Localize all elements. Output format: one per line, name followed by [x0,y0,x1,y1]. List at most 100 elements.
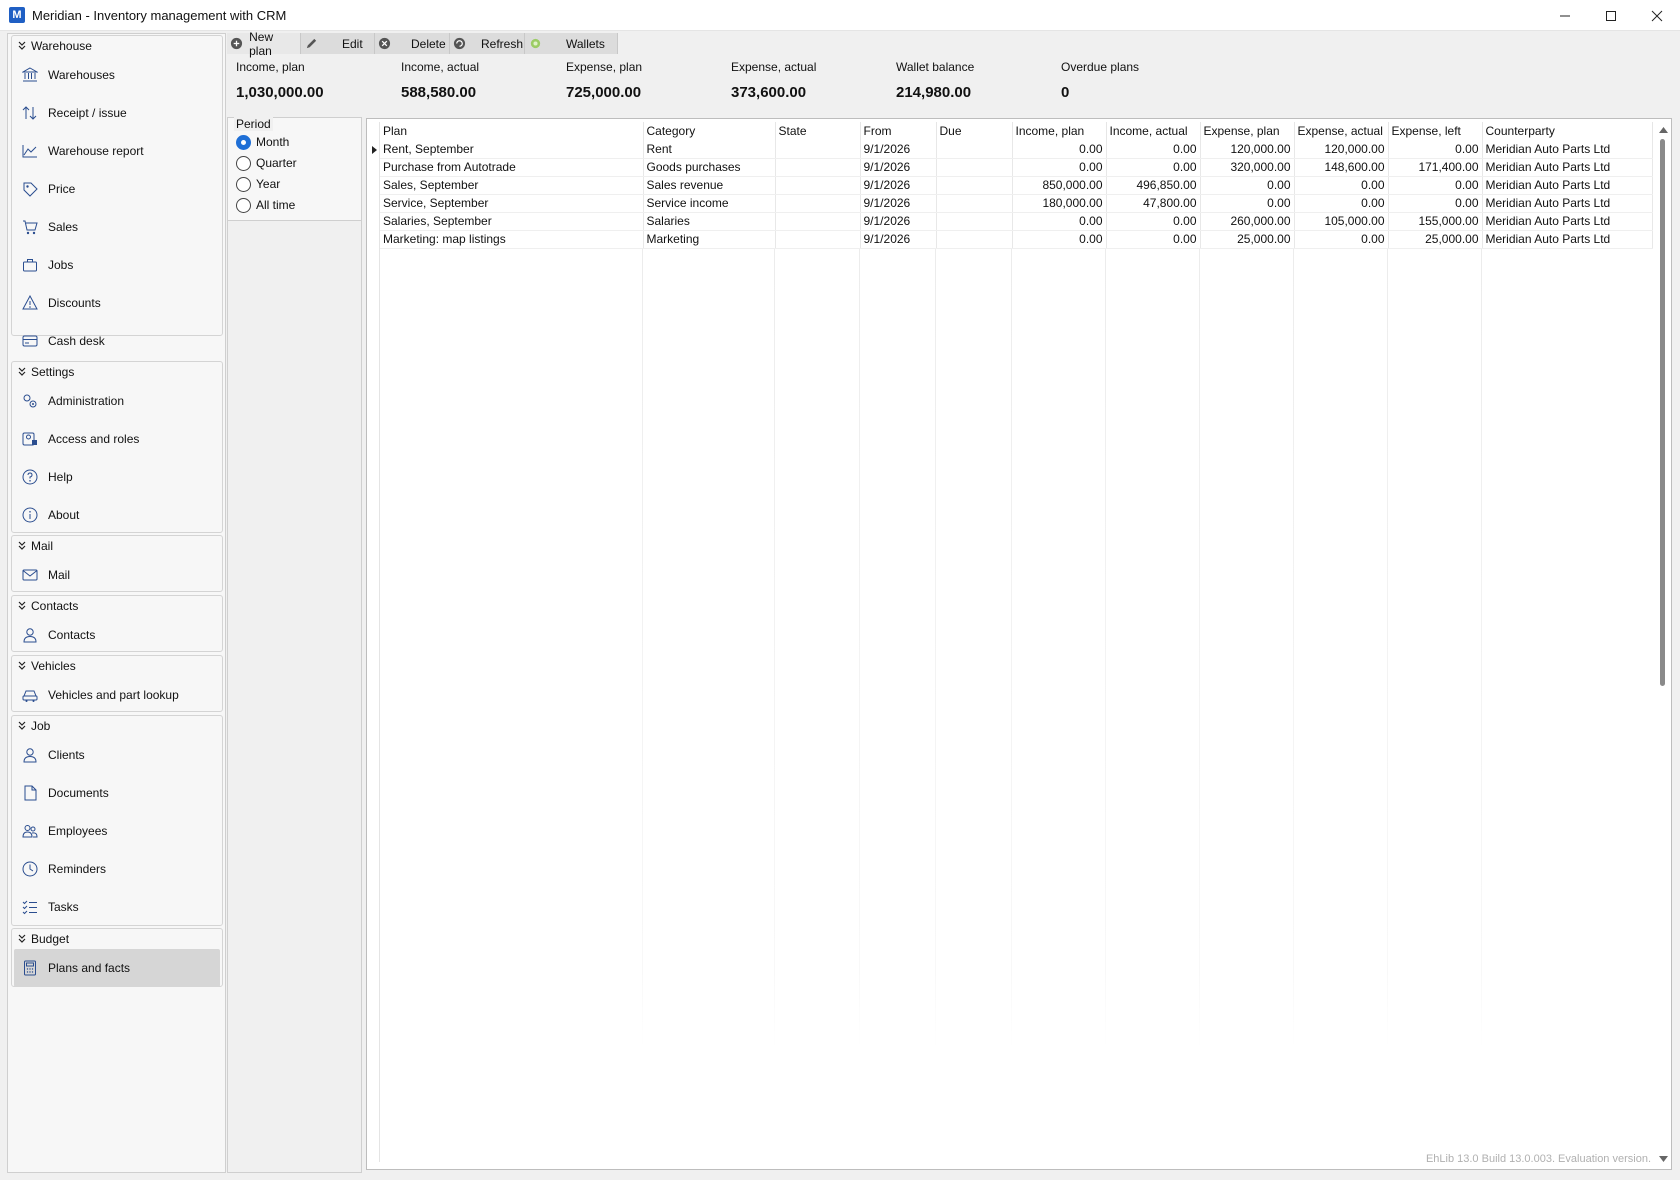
table-cell[interactable]: Sales, September [380,176,644,195]
table-cell[interactable]: 260,000.00 [1200,212,1295,231]
table-row[interactable]: Purchase from Autotrade Goods purchases 9/… [380,158,1653,177]
table-cell[interactable]: 496,850.00 [1106,176,1201,195]
radio-button[interactable] [236,155,251,171]
table-cell[interactable]: 0.00 [1294,176,1389,195]
table-cell[interactable]: 0.00 [1106,158,1201,177]
period-radio-all-time[interactable]: All time [236,196,295,214]
scrollbar-thumb[interactable] [1660,139,1665,686]
sidebar-item-contacts[interactable]: Contacts [12,616,222,654]
delete-button[interactable]: Delete [375,33,450,54]
table-cell[interactable]: 0.00 [1200,194,1295,213]
table-cell[interactable]: Meridian Auto Parts Ltd [1482,176,1653,195]
table-cell[interactable]: Meridian Auto Parts Ltd [1482,140,1653,159]
table-cell[interactable] [775,158,861,177]
table-cell[interactable]: Meridian Auto Parts Ltd [1482,158,1653,177]
table-cell[interactable]: 171,400.00 [1388,158,1483,177]
table-cell[interactable] [936,140,1013,159]
plans-grid[interactable]: Plan Category State From Due Income, plan Inco… [366,118,1672,1170]
table-cell[interactable]: 0.00 [1388,140,1483,159]
table-cell[interactable] [775,140,861,159]
group-header-vehicles[interactable]: Vehicles [12,656,222,676]
table-cell[interactable]: 155,000.00 [1388,212,1483,231]
minimize-button[interactable] [1542,0,1588,31]
table-row[interactable]: Rent, September Rent 9/1/2026 0.00 0.00 120,0… [380,140,1653,159]
table-cell[interactable]: 0.00 [1106,212,1201,231]
scroll-down-button[interactable] [1657,1153,1669,1165]
table-cell[interactable]: 9/1/2026 [860,140,937,159]
sidebar-item-tasks[interactable]: Tasks [12,888,222,926]
table-cell[interactable] [936,158,1013,177]
table-cell[interactable]: 9/1/2026 [860,158,937,177]
table-cell[interactable]: Meridian Auto Parts Ltd [1482,230,1653,249]
table-cell[interactable]: 9/1/2026 [860,194,937,213]
table-cell[interactable]: 0.00 [1388,194,1483,213]
table-cell[interactable] [936,212,1013,231]
table-row[interactable]: Salaries, September Salaries 9/1/2026 0.00 0… [380,212,1653,231]
table-cell[interactable]: 0.00 [1294,194,1389,213]
table-row[interactable]: Marketing: map listings Marketing 9/1/2026… [380,230,1653,249]
column-header[interactable]: Category [643,122,776,140]
table-cell[interactable] [775,212,861,231]
table-cell[interactable] [936,176,1013,195]
refresh-button[interactable]: Refresh [450,33,525,54]
sidebar-item-cash-desk[interactable]: Cash desk [12,322,222,360]
sidebar-item-administration[interactable]: Administration [12,382,222,420]
table-cell[interactable]: Meridian Auto Parts Ltd [1482,212,1653,231]
table-row[interactable]: Service, September Service income 9/1/2026… [380,194,1653,213]
table-cell[interactable]: 0.00 [1106,140,1201,159]
table-cell[interactable]: 105,000.00 [1294,212,1389,231]
sidebar-item-reminders[interactable]: Reminders [12,850,222,888]
column-header[interactable]: Expense, actual [1294,122,1389,140]
table-cell[interactable]: 0.00 [1200,176,1295,195]
table-cell[interactable]: 0.00 [1294,230,1389,249]
column-header[interactable]: Plan [380,122,644,140]
table-cell[interactable]: 0.00 [1012,230,1107,249]
table-cell[interactable]: 0.00 [1012,158,1107,177]
vertical-scrollbar[interactable] [1657,123,1669,1165]
table-cell[interactable] [775,176,861,195]
table-cell[interactable]: 320,000.00 [1200,158,1295,177]
column-header[interactable]: From [860,122,937,140]
table-cell[interactable]: Goods purchases [643,158,776,177]
table-cell[interactable]: 9/1/2026 [860,176,937,195]
group-header-contacts[interactable]: Contacts [12,596,222,616]
sidebar-item-about[interactable]: About [12,496,222,534]
table-cell[interactable]: Sales revenue [643,176,776,195]
period-radio-year[interactable]: Year [236,175,280,193]
table-cell[interactable]: 120,000.00 [1294,140,1389,159]
radio-button[interactable] [236,176,251,192]
sidebar-item-jobs[interactable]: Jobs [12,246,222,284]
column-header[interactable]: Income, actual [1106,122,1201,140]
sidebar-item-discounts[interactable]: Discounts [12,284,222,322]
sidebar-item-vehicles[interactable]: Vehicles and part lookup [12,676,222,714]
sidebar-item-warehouses[interactable]: Warehouses [12,56,222,94]
table-cell[interactable]: 0.00 [1106,230,1201,249]
column-header[interactable]: Due [936,122,1013,140]
column-header[interactable]: Expense, left [1388,122,1483,140]
group-header-mail[interactable]: Mail [12,536,222,556]
column-header[interactable]: Income, plan [1012,122,1107,140]
table-cell[interactable]: Service income [643,194,776,213]
radio-button-checked[interactable] [236,134,251,150]
period-radio-quarter[interactable]: Quarter [236,154,297,172]
sidebar-item-price[interactable]: Price [12,170,222,208]
column-header[interactable]: Counterparty [1482,122,1653,140]
table-cell[interactable]: Meridian Auto Parts Ltd [1482,194,1653,213]
table-cell[interactable]: 0.00 [1012,140,1107,159]
maximize-button[interactable] [1588,0,1634,31]
close-button[interactable] [1634,0,1680,31]
table-cell[interactable] [775,194,861,213]
group-header-job[interactable]: Job [12,716,222,736]
table-cell[interactable]: 47,800.00 [1106,194,1201,213]
group-header-budget[interactable]: Budget [12,929,222,949]
table-cell[interactable]: 9/1/2026 [860,230,937,249]
radio-button[interactable] [236,197,251,213]
table-cell[interactable]: 180,000.00 [1012,194,1107,213]
period-radio-month[interactable]: Month [236,133,289,151]
table-cell[interactable]: 9/1/2026 [860,212,937,231]
table-cell[interactable]: Purchase from Autotrade [380,158,644,177]
table-cell[interactable]: 25,000.00 [1388,230,1483,249]
table-cell[interactable]: Marketing [643,230,776,249]
table-cell[interactable]: 120,000.00 [1200,140,1295,159]
table-cell[interactable]: Rent [643,140,776,159]
